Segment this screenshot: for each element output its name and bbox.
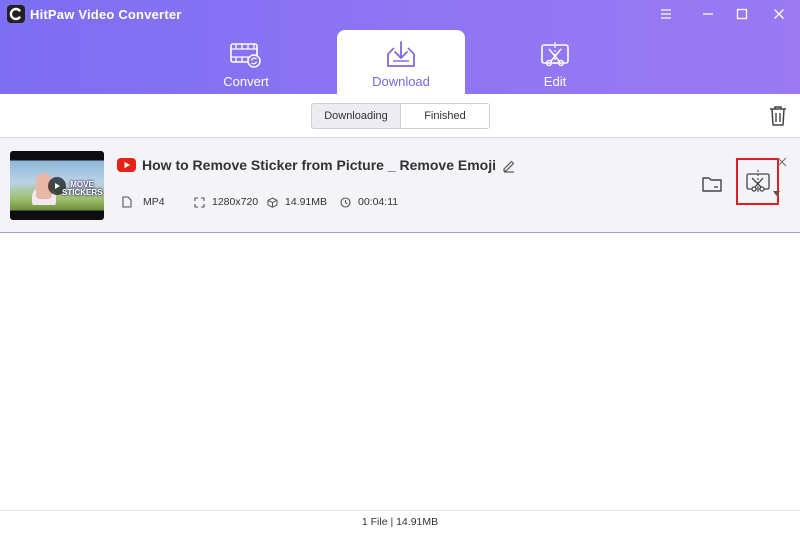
download-icon (384, 40, 418, 70)
finished-tab[interactable]: Finished (400, 104, 489, 128)
tab-convert-label: Convert (223, 74, 269, 89)
youtube-icon (117, 158, 136, 172)
status-bar: 1 File | 14.91MB (0, 510, 800, 533)
scissors-edit-icon (745, 169, 770, 193)
duration-value: 00:04:11 (358, 196, 399, 208)
thumbnail-caption: MOVE STICKERS (62, 180, 103, 197)
app-logo-icon (7, 5, 25, 23)
format-value: MP4 (143, 196, 165, 208)
downloading-tab[interactable]: Downloading (312, 104, 400, 128)
resolution-info: 1280x720 (194, 195, 258, 209)
tab-edit-label: Edit (543, 74, 567, 89)
tab-download-label: Download (372, 74, 430, 89)
format-info: MP4 (122, 195, 165, 209)
tab-download[interactable]: Download (337, 30, 465, 94)
resolution-value: 1280x720 (212, 196, 259, 208)
minimize-icon[interactable] (697, 4, 719, 24)
file-icon (122, 196, 132, 208)
rename-pencil-icon[interactable] (502, 159, 516, 173)
size-info: 14.91MB (267, 195, 327, 209)
close-window-icon[interactable] (768, 4, 790, 24)
cube-icon (267, 196, 278, 208)
header: HitPaw Video Converter Convert Download … (0, 0, 800, 94)
film-convert-icon (229, 40, 263, 70)
open-folder-icon[interactable] (702, 176, 722, 193)
maximize-icon[interactable] (731, 4, 753, 24)
duration-info: 00:04:11 (340, 195, 398, 209)
title-bar: HitPaw Video Converter (0, 0, 800, 28)
footer-summary: 1 File | 14.91MB (361, 516, 439, 528)
remove-item-icon[interactable] (777, 154, 787, 167)
size-value: 14.91MB (285, 196, 328, 208)
edit-video-button[interactable] (736, 158, 779, 205)
clock-icon (340, 196, 351, 208)
app-title: HitPaw Video Converter (30, 7, 182, 22)
tab-edit[interactable]: Edit (491, 30, 619, 94)
video-thumbnail[interactable]: MOVE STICKERS (10, 151, 104, 220)
app-window: HitPaw Video Converter Convert Download … (0, 0, 800, 533)
download-status-toggle: Downloading Finished (311, 103, 490, 129)
resolution-icon (194, 196, 205, 208)
download-item[interactable]: MOVE STICKERS (0, 137, 800, 233)
chevron-down-icon[interactable] (773, 183, 780, 196)
video-title: How to Remove Sticker from Picture _ Rem… (142, 157, 496, 173)
tab-convert[interactable]: Convert (182, 30, 310, 94)
menu-icon[interactable] (655, 4, 677, 24)
trash-icon[interactable] (768, 105, 788, 127)
scissors-edit-icon (538, 40, 572, 70)
